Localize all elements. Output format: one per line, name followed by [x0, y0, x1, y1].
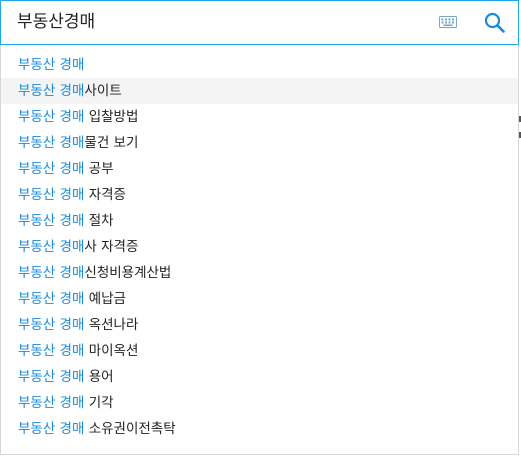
suggestion-item[interactable]: 부동산 경매 마이옥션 — [1, 338, 518, 364]
suggestion-item[interactable]: 부동산 경매신청비용계산법 — [1, 260, 518, 286]
suggestion-rest-text: 자격증 — [84, 187, 126, 203]
suggestion-rest-text: 절차 — [84, 213, 114, 229]
suggestion-item[interactable]: 부동산 경매사이트 — [1, 78, 518, 104]
suggestion-match-text: 부동산 경매 — [18, 161, 85, 177]
suggestion-item[interactable]: 부동산 경매 예납금 — [1, 286, 518, 312]
search-icon[interactable] — [484, 12, 505, 33]
search-input[interactable] — [17, 1, 417, 44]
suggestion-match-text: 부동산 경매 — [18, 213, 85, 229]
keyboard-icon[interactable] — [439, 16, 457, 28]
suggestion-item[interactable]: 부동산 경매 자격증 — [1, 182, 518, 208]
suggestion-match-text: 부동산 경매 — [18, 135, 85, 151]
suggestion-match-text: 부동산 경매 — [18, 395, 85, 411]
suggestion-rest-text: 소유권이전촉탁 — [84, 421, 176, 437]
suggestion-match-text: 부동산 경매 — [18, 239, 85, 255]
suggestion-item[interactable]: 부동산 경매 소유권이전촉탁 — [1, 416, 518, 442]
search-bar — [0, 0, 519, 45]
autocomplete-dropdown: 부동산 경매 부동산 경매사이트 부동산 경매 입찰방법 부동산 경매물건 보기 부동산… — [0, 45, 519, 455]
suggestion-item[interactable]: 부동산 경매 기각 — [1, 390, 518, 416]
suggestion-rest-text: 사이트 — [84, 83, 122, 99]
suggestion-rest-text: 입찰방법 — [84, 109, 139, 125]
suggestion-rest-text: 마이옥션 — [84, 343, 139, 359]
suggestion-rest-text: 공부 — [84, 161, 114, 177]
suggestion-rest-text: 신청비용계산법 — [84, 265, 172, 281]
suggestion-rest-text: 용어 — [84, 369, 114, 385]
suggestion-match-text: 부동산 경매 — [18, 369, 85, 385]
suggestion-match-text: 부동산 경매 — [18, 83, 85, 99]
suggestion-match-text: 부동산 경매 — [18, 187, 85, 203]
suggestion-match-text: 부동산 경매 — [18, 265, 85, 281]
suggestion-item[interactable]: 부동산 경매 절차 — [1, 208, 518, 234]
suggestion-item[interactable]: 부동산 경매 옥션나라 — [1, 312, 518, 338]
suggestion-item[interactable]: 부동산 경매 용어 — [1, 364, 518, 390]
suggestion-match-text: 부동산 경매 — [18, 291, 85, 307]
suggestion-item[interactable]: 부동산 경매 입찰방법 — [1, 104, 518, 130]
suggestion-item[interactable]: 부동산 경매 — [1, 52, 518, 78]
suggestion-rest-text: 사 자격증 — [84, 239, 139, 255]
suggestion-match-text: 부동산 경매 — [18, 421, 85, 437]
suggestion-rest-text: 예납금 — [84, 291, 126, 307]
suggestion-list: 부동산 경매 부동산 경매사이트 부동산 경매 입찰방법 부동산 경매물건 보기 부동산… — [1, 45, 518, 442]
suggestion-item[interactable]: 부동산 경매물건 보기 — [1, 130, 518, 156]
suggestion-match-text: 부동산 경매 — [18, 57, 85, 73]
suggestion-rest-text: 기각 — [84, 395, 114, 411]
suggestion-match-text: 부동산 경매 — [18, 317, 85, 333]
suggestion-match-text: 부동산 경매 — [18, 109, 85, 125]
suggestion-item[interactable]: 부동산 경매 공부 — [1, 156, 518, 182]
suggestion-match-text: 부동산 경매 — [18, 343, 85, 359]
suggestion-rest-text: 물건 보기 — [84, 135, 139, 151]
suggestion-item[interactable]: 부동산 경매사 자격증 — [1, 234, 518, 260]
suggestion-rest-text: 옥션나라 — [84, 317, 139, 333]
search-widget: 부동산 경매부동산 경매사이트부동산 경매 입찰방법부동산 경매물건 보기부동산… — [0, 0, 521, 459]
